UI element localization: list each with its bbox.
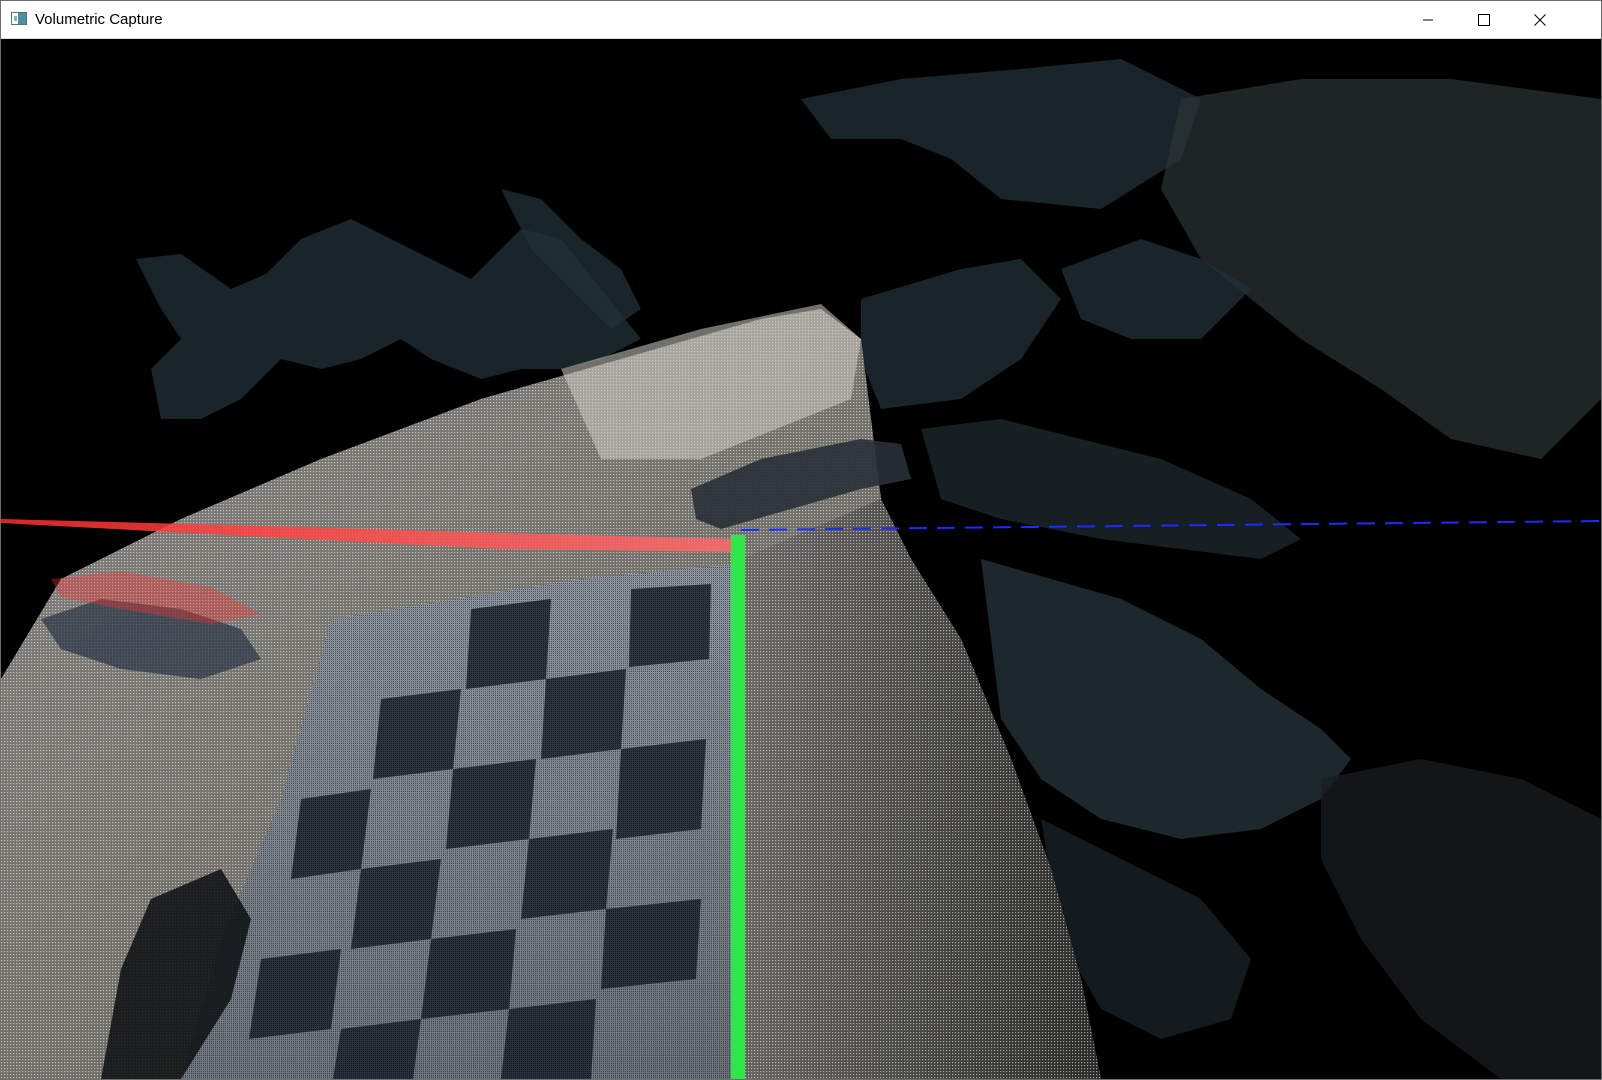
close-icon [1534,13,1546,26]
maximize-icon [1478,13,1490,26]
minimize-button[interactable] [1400,1,1456,38]
minimize-icon [1423,19,1433,20]
3d-viewport[interactable] [1,39,1601,1079]
app-window: Volumetric Capture [0,0,1602,1080]
app-window-icon [11,12,27,25]
title-bar[interactable]: Volumetric Capture [1,1,1601,39]
close-button[interactable] [1512,1,1568,38]
y-axis-green [731,535,745,1079]
maximize-button[interactable] [1456,1,1512,38]
point-cloud-render [1,59,1601,1079]
window-title: Volumetric Capture [35,11,163,28]
